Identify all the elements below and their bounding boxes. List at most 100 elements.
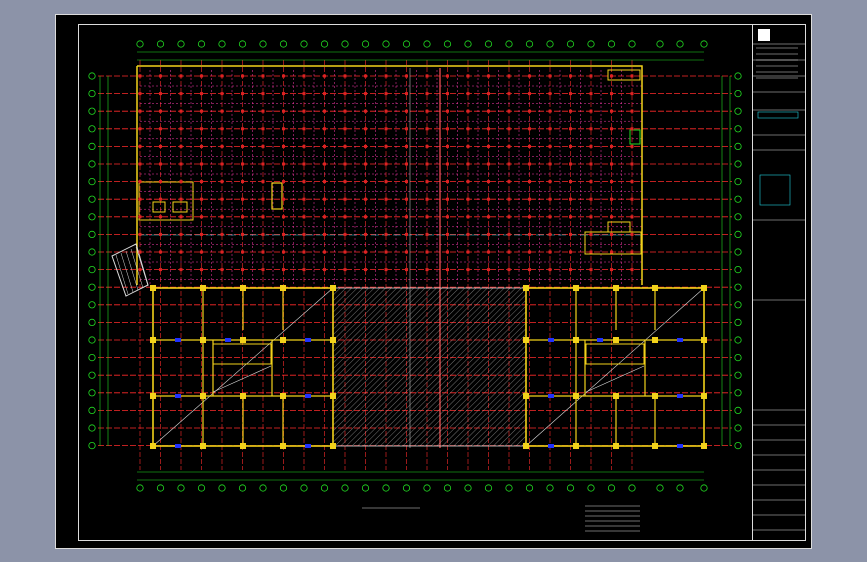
column-dot	[282, 215, 285, 219]
column-dot	[528, 127, 531, 131]
column-dot	[466, 250, 470, 254]
column	[523, 337, 529, 343]
column-dot	[159, 180, 162, 184]
column-dot	[261, 144, 265, 148]
column-dot	[610, 162, 613, 166]
column-dot	[138, 197, 142, 201]
column-dot	[466, 109, 470, 113]
column-dot	[261, 268, 265, 272]
column-dot	[425, 127, 429, 131]
column-dot	[179, 109, 183, 113]
column-dot	[425, 180, 429, 184]
column-dot	[446, 74, 449, 78]
axis-bubble	[464, 484, 472, 492]
axis-bubble	[566, 484, 575, 492]
column-dot	[241, 127, 244, 131]
column-dot	[548, 250, 552, 254]
column-dot	[241, 92, 244, 96]
column-dot	[384, 250, 388, 254]
column-dot	[589, 109, 593, 113]
column-dot	[446, 232, 449, 236]
axis-bubble	[382, 40, 390, 48]
axis-bubble	[218, 40, 226, 48]
column-dot	[220, 180, 224, 184]
column-dot	[364, 232, 367, 236]
column-dot	[507, 109, 511, 113]
column-dot	[548, 232, 552, 236]
column-dot	[343, 215, 347, 219]
column	[701, 337, 707, 343]
axis-bubble	[177, 40, 185, 48]
column-dot	[282, 144, 285, 148]
column-dot	[548, 144, 552, 148]
column-dot	[528, 250, 531, 254]
column-dot	[241, 74, 244, 78]
column-dot	[630, 109, 634, 113]
column-dot	[569, 127, 572, 131]
axis-bubble	[464, 40, 472, 48]
column-dot	[466, 127, 470, 131]
column-dot	[220, 144, 224, 148]
axis-bubble	[700, 40, 708, 48]
column-dot	[548, 92, 552, 96]
column-dot	[405, 197, 408, 201]
column-dot	[200, 215, 203, 219]
axis-bubble	[546, 40, 554, 48]
axis-bubble	[88, 318, 96, 326]
column-dot	[630, 162, 634, 166]
column-dot	[610, 127, 613, 131]
column-dot	[569, 180, 572, 184]
column-dot	[323, 250, 326, 254]
column-dot	[610, 250, 613, 254]
axis-bubble	[734, 406, 742, 414]
axis-bubble	[88, 424, 96, 432]
column-dot	[548, 268, 552, 272]
shaft	[152, 201, 166, 213]
column-dot	[323, 144, 326, 148]
axis-bubble	[628, 40, 636, 48]
column-dot	[261, 162, 265, 166]
column	[548, 444, 554, 448]
column	[305, 338, 311, 342]
column	[330, 443, 336, 449]
column-dot	[220, 127, 224, 131]
column-dot	[323, 162, 326, 166]
column-dot	[364, 180, 367, 184]
column	[652, 393, 658, 399]
column	[200, 443, 206, 449]
column-dot	[241, 232, 244, 236]
column	[573, 337, 579, 343]
column-dot	[364, 74, 367, 78]
column-dot	[138, 109, 142, 113]
column-dot	[384, 215, 388, 219]
column-dot	[528, 74, 531, 78]
column-dot	[405, 109, 408, 113]
column	[613, 393, 619, 399]
column-dot	[528, 109, 531, 113]
column-dot	[630, 215, 634, 219]
column-dot	[487, 268, 490, 272]
column-dot	[384, 268, 388, 272]
column-dot	[589, 268, 593, 272]
column-dot	[323, 109, 326, 113]
shaft	[271, 182, 283, 210]
column-dot	[138, 268, 142, 272]
column-dot	[569, 197, 572, 201]
column-dot	[323, 127, 326, 131]
stair-core	[138, 181, 194, 221]
column-dot	[138, 74, 142, 78]
column-dot	[323, 268, 326, 272]
column-dot	[343, 180, 347, 184]
axis-bubble	[734, 389, 742, 397]
column-dot	[630, 180, 634, 184]
column-dot	[302, 215, 306, 219]
column-dot	[282, 250, 285, 254]
axis-bubble	[402, 484, 411, 492]
column	[701, 393, 707, 399]
column	[200, 393, 206, 399]
column-dot	[425, 268, 429, 272]
column-dot	[548, 215, 552, 219]
axis-bubble	[88, 283, 96, 291]
axis-bubble	[700, 484, 708, 492]
column-dot	[425, 162, 429, 166]
